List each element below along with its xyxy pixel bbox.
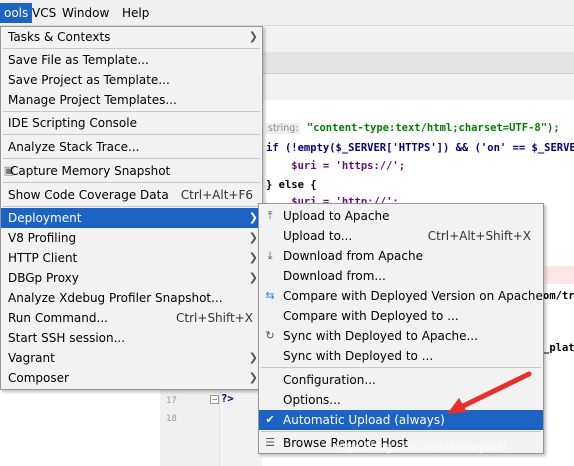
code-line: if (!empty($_SERVER['HTTPS']) && ('on' =…	[266, 142, 574, 154]
fold-icon[interactable]: −	[210, 395, 219, 404]
menu-item-upload-to[interactable]: Upload to... Ctrl+Alt+Shift+X	[259, 226, 543, 246]
code-fragment: _plat	[543, 342, 574, 354]
watermark: https://blog.csdn.net/danchejikafo	[336, 442, 507, 454]
menu-item-composer[interactable]: Composer ❯	[1, 368, 262, 388]
sync-icon: ↻	[265, 329, 275, 342]
menu-separator	[261, 431, 541, 432]
chevron-right-icon: ❯	[248, 351, 258, 364]
download-icon: ⤓	[267, 249, 273, 262]
menu-separator	[261, 367, 541, 368]
menu-separator	[3, 158, 260, 159]
line-number: 18	[166, 414, 177, 424]
checkmark-icon: ✔	[265, 413, 275, 426]
compare-icon: ⇆	[265, 289, 275, 302]
red-arrow-annotation	[447, 371, 532, 414]
chevron-right-icon: ❯	[248, 371, 258, 384]
error-highlight	[545, 266, 574, 284]
menu-item-download-from-apache[interactable]: ⤓ Download from Apache	[259, 246, 543, 266]
menu-item-start-ssh[interactable]: Start SSH session...	[1, 328, 262, 348]
inlay-hint: string:	[266, 123, 301, 134]
arrow-shaft	[456, 371, 532, 411]
chevron-right-icon: ❯	[248, 231, 258, 244]
menu-item-analyze-xdebug[interactable]: Analyze Xdebug Profiler Snapshot...	[1, 288, 262, 308]
code-fragment: om/tr	[543, 290, 574, 302]
menu-separator	[3, 206, 260, 207]
menu-item-run-command[interactable]: Run Command... Ctrl+Shift+X	[1, 308, 262, 328]
menu-vcs[interactable]: VCS	[28, 3, 60, 23]
line-number: 17	[166, 396, 177, 406]
code-line: $uri = 'https://';	[266, 160, 406, 172]
menu-item-upload-to-apache[interactable]: ⤒ Upload to Apache	[259, 206, 543, 226]
menu-item-ide-scripting-console[interactable]: IDE Scripting Console	[1, 113, 262, 133]
menu-help[interactable]: Help	[118, 3, 153, 23]
chevron-right-icon: ❯	[248, 271, 258, 284]
chevron-right-icon: ❯	[248, 211, 258, 224]
menu-item-sync-deployed-apache[interactable]: ↻ Sync with Deployed to Apache...	[259, 326, 543, 346]
menu-separator	[3, 182, 260, 183]
menu-item-capture-memory-snapshot[interactable]: ▣ Capture Memory Snapshot	[1, 161, 262, 181]
menu-item-v8-profiling[interactable]: V8 Profiling ❯	[1, 228, 262, 248]
chevron-right-icon: ❯	[248, 251, 258, 264]
menu-item-show-code-coverage[interactable]: Show Code Coverage Data Ctrl+Alt+F6	[1, 185, 262, 205]
code-line: } else {	[266, 179, 317, 191]
code-line: string: "content-type:text/html;charset=…	[266, 122, 560, 134]
menu-separator	[3, 48, 260, 49]
menu-item-http-client[interactable]: HTTP Client ❯	[1, 248, 262, 268]
menu-item-save-project-template[interactable]: Save Project as Template...	[1, 70, 262, 90]
menu-item-dbgp-proxy[interactable]: DBGp Proxy ❯	[1, 268, 262, 288]
server-list-icon: ☰	[265, 436, 275, 449]
menu-item-deployment[interactable]: Deployment ❯	[1, 208, 262, 228]
upload-icon: ⤒	[267, 209, 273, 222]
menu-item-save-file-template[interactable]: Save File as Template...	[1, 50, 262, 70]
menu-bar: ools VCS Window Help	[0, 0, 574, 26]
menu-item-compare-deployed-apache[interactable]: ⇆ Compare with Deployed Version on Apache	[259, 286, 543, 306]
menu-item-tasks-contexts[interactable]: Tasks & Contexts ❯	[1, 27, 262, 47]
menu-separator	[3, 111, 260, 112]
menu-separator	[3, 134, 260, 135]
menu-item-compare-deployed-to[interactable]: Compare with Deployed to ...	[259, 306, 543, 326]
menu-item-download-from[interactable]: Download from...	[259, 266, 543, 286]
menu-item-analyze-stack-trace[interactable]: Analyze Stack Trace...	[1, 137, 262, 157]
menu-item-sync-deployed-to[interactable]: Sync with Deployed to ...	[259, 346, 543, 366]
menu-window[interactable]: Window	[58, 3, 113, 23]
chevron-right-icon: ❯	[248, 30, 258, 43]
menu-item-manage-templates[interactable]: Manage Project Templates...	[1, 90, 262, 110]
tools-menu: Tasks & Contexts ❯ Save File as Template.…	[0, 26, 263, 390]
php-close-tag: ?>	[221, 393, 234, 405]
menu-item-vagrant[interactable]: Vagrant ❯	[1, 348, 262, 368]
